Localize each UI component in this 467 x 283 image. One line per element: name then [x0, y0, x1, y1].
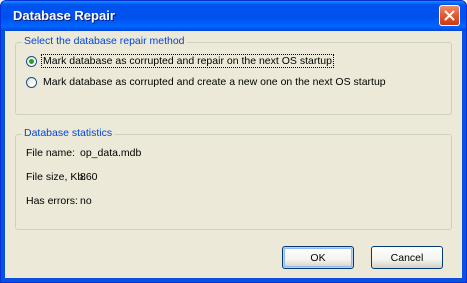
- statistics-group: Database statistics File name: op_data.md…: [15, 127, 452, 230]
- option-create-new-next-startup[interactable]: Mark database as corrupted and create a …: [26, 74, 387, 90]
- option-create-new-next-startup-label[interactable]: Mark database as corrupted and create a …: [42, 76, 387, 88]
- dialog-body: Select the database repair method Mark d…: [5, 31, 462, 278]
- title-bar[interactable]: Database Repair: [1, 1, 466, 31]
- window-title: Database Repair: [13, 8, 115, 23]
- cancel-button[interactable]: Cancel: [371, 246, 443, 269]
- radio-button-unchecked[interactable]: [26, 76, 37, 88]
- ok-button[interactable]: OK: [282, 246, 354, 269]
- file-size-label: File size, Kb:: [26, 171, 87, 183]
- repair-method-group-title: Select the database repair method: [22, 35, 187, 47]
- database-repair-dialog: Database Repair Select the database repa…: [0, 0, 467, 283]
- stat-row-file-size: File size, Kb:860: [26, 171, 98, 183]
- close-button[interactable]: [439, 5, 460, 26]
- close-icon: [444, 10, 455, 21]
- radio-button-checked[interactable]: [26, 55, 37, 67]
- file-name-label: File name:: [26, 147, 76, 159]
- file-name-value: op_data.mdb: [80, 147, 142, 159]
- file-size-value: 860: [80, 171, 98, 183]
- stat-row-has-errors: Has errors: no: [26, 195, 92, 207]
- stat-row-file-name: File name: op_data.mdb: [26, 147, 141, 159]
- has-errors-label: Has errors:: [26, 195, 78, 207]
- option-repair-next-startup[interactable]: Mark database as corrupted and repair on…: [26, 53, 334, 69]
- repair-method-group: Select the database repair method Mark d…: [15, 35, 452, 115]
- statistics-group-title: Database statistics: [22, 127, 115, 139]
- option-repair-next-startup-label[interactable]: Mark database as corrupted and repair on…: [41, 54, 334, 68]
- has-errors-value: no: [80, 195, 92, 207]
